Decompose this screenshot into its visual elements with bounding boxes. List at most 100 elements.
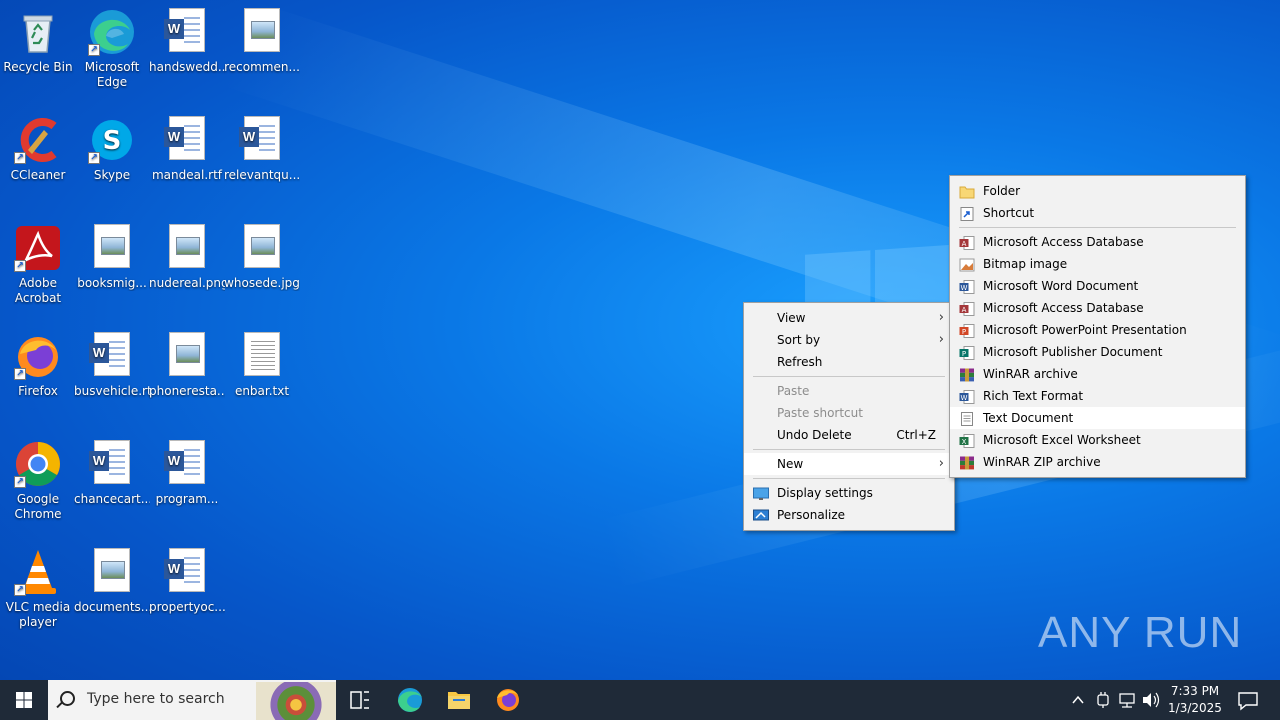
- desktop-icon-firefox[interactable]: ↗ Firefox: [0, 332, 76, 399]
- winrar-zip-icon: [959, 455, 975, 470]
- desktop-icon-file[interactable]: whosede.jpg: [224, 224, 300, 291]
- desktop-icon-recycle-bin[interactable]: Recycle Bin: [0, 8, 76, 75]
- skype-icon: S ↗: [88, 116, 136, 164]
- menu-item-label: Text Document: [983, 411, 1074, 425]
- image-file-icon: [163, 224, 211, 272]
- tray-volume-button[interactable]: [1140, 680, 1162, 720]
- svg-text:P: P: [962, 350, 966, 358]
- desktop-icon-adobe-acrobat[interactable]: ↗ Adobe Acrobat: [0, 224, 76, 306]
- desktop-icon-file[interactable]: booksmig...: [74, 224, 150, 291]
- tray-usb-button[interactable]: [1092, 680, 1114, 720]
- menu-item-undo-delete[interactable]: Undo Delete Ctrl+Z: [744, 424, 954, 446]
- menu-item-personalize[interactable]: Personalize: [744, 504, 954, 526]
- taskbar-search-box[interactable]: Type here to search: [48, 680, 336, 720]
- submenu-item-publisher[interactable]: P Microsoft Publisher Document: [950, 341, 1245, 363]
- shortcut-arrow-icon: ↗: [14, 152, 26, 164]
- chevron-right-icon: ›: [938, 310, 944, 325]
- desktop-icon-label: propertyoc...: [149, 600, 225, 614]
- taskbar-file-explorer-button[interactable]: [435, 680, 483, 720]
- start-button[interactable]: [0, 680, 48, 720]
- submenu-item-folder[interactable]: Folder: [950, 180, 1245, 202]
- powerpoint-icon: P: [959, 323, 975, 338]
- bitmap-icon: [959, 257, 975, 272]
- taskbar: Type here to search 7:33 PM 1/3/2025: [0, 680, 1280, 720]
- desktop-icon-file[interactable]: W busvehicle.rtf: [74, 332, 150, 399]
- shortcut-arrow-icon: ↗: [14, 476, 26, 488]
- menu-item-sort-by[interactable]: Sort by ›: [744, 329, 954, 351]
- desktop-context-menu: View › Sort by › Refresh Paste Paste sho…: [743, 302, 955, 531]
- action-center-button[interactable]: [1232, 680, 1264, 720]
- menu-item-view[interactable]: View ›: [744, 307, 954, 329]
- chevron-right-icon: ›: [938, 332, 944, 347]
- desktop-icon-file[interactable]: W propertyoc...: [149, 548, 225, 615]
- submenu-item-access-db[interactable]: A Microsoft Access Database: [950, 297, 1245, 319]
- menu-item-label: Shortcut: [983, 206, 1035, 220]
- tray-network-button[interactable]: [1116, 680, 1138, 720]
- desktop-icon-label: Recycle Bin: [3, 60, 73, 74]
- submenu-item-winrar-zip[interactable]: WinRAR ZIP archive: [950, 451, 1245, 473]
- menu-item-label: Microsoft PowerPoint Presentation: [983, 323, 1187, 337]
- word-doc-icon: W: [163, 8, 211, 56]
- menu-item-refresh[interactable]: Refresh: [744, 351, 954, 373]
- menu-item-label: View: [777, 311, 806, 325]
- svg-text:A: A: [962, 306, 967, 314]
- menu-item-label: Microsoft Excel Worksheet: [983, 433, 1141, 447]
- desktop-icon-file[interactable]: nudereal.png: [149, 224, 225, 291]
- menu-item-label: Microsoft Access Database: [983, 235, 1144, 249]
- menu-item-label: Refresh: [777, 355, 823, 369]
- submenu-item-text-document[interactable]: Text Document: [950, 407, 1245, 429]
- desktop-icon-file[interactable]: W chancecart...: [74, 440, 150, 507]
- shortcut-arrow-icon: ↗: [88, 152, 100, 164]
- desktop-icon-google-chrome[interactable]: ↗ Google Chrome: [0, 440, 76, 522]
- desktop-icon-label: VLC media player: [5, 600, 71, 629]
- task-view-button[interactable]: [336, 680, 384, 720]
- submenu-item-bitmap[interactable]: Bitmap image: [950, 253, 1245, 275]
- text-file-icon: [238, 332, 286, 380]
- taskbar-clock[interactable]: 7:33 PM 1/3/2025: [1162, 683, 1228, 717]
- desktop-icon-skype[interactable]: S ↗ Skype: [74, 116, 150, 183]
- desktop-icon-label: Adobe Acrobat: [14, 276, 62, 305]
- desktop-icon-file[interactable]: recommen...: [224, 8, 300, 75]
- search-icon: [60, 691, 75, 706]
- firefox-icon: [497, 689, 519, 711]
- text-doc-icon: [959, 411, 975, 426]
- desktop-icon-file[interactable]: W program...: [149, 440, 225, 507]
- shortcut-arrow-icon: ↗: [88, 44, 100, 56]
- desktop-icon-ccleaner[interactable]: ↗ CCleaner: [0, 116, 76, 183]
- shortcut-arrow-icon: ↗: [14, 260, 26, 272]
- submenu-item-word-doc[interactable]: W Microsoft Word Document: [950, 275, 1245, 297]
- desktop-icon-label: Microsoft Edge: [84, 60, 140, 89]
- desktop-icon-label: documents...: [74, 600, 150, 614]
- submenu-item-rtf[interactable]: W Rich Text Format: [950, 385, 1245, 407]
- excel-icon: X: [959, 433, 975, 448]
- desktop-icon-file[interactable]: W mandeal.rtf: [149, 116, 225, 183]
- shortcut-arrow-icon: ↗: [14, 368, 26, 380]
- volume-icon: [1143, 692, 1160, 708]
- desktop-icon-label: booksmig...: [77, 276, 147, 290]
- submenu-item-shortcut[interactable]: Shortcut: [950, 202, 1245, 224]
- desktop-icon-file[interactable]: documents...: [74, 548, 150, 615]
- image-file-icon: [238, 224, 286, 272]
- menu-item-new[interactable]: New ›: [744, 453, 954, 475]
- desktop-icon-file[interactable]: enbar.txt: [224, 332, 300, 399]
- clock-date: 1/3/2025: [1168, 701, 1222, 715]
- menu-item-label: Microsoft Access Database: [983, 301, 1144, 315]
- submenu-item-access-db[interactable]: A Microsoft Access Database: [950, 231, 1245, 253]
- taskbar-edge-button[interactable]: [386, 680, 434, 720]
- desktop-icon-file[interactable]: phoneresta...: [149, 332, 225, 399]
- desktop-icon-edge[interactable]: ↗ Microsoft Edge: [74, 8, 150, 90]
- desktop-icon-file[interactable]: W relevantqu...: [224, 116, 300, 183]
- menu-item-display-settings[interactable]: Display settings: [744, 482, 954, 504]
- desktop-icon-vlc[interactable]: ↗ VLC media player: [0, 548, 76, 630]
- taskbar-firefox-button[interactable]: [484, 680, 532, 720]
- menu-item-label: WinRAR ZIP archive: [983, 455, 1101, 469]
- clock-time: 7:33 PM: [1170, 684, 1220, 698]
- show-hidden-icons-button[interactable]: [1068, 680, 1088, 720]
- submenu-item-powerpoint[interactable]: P Microsoft PowerPoint Presentation: [950, 319, 1245, 341]
- submenu-item-excel[interactable]: X Microsoft Excel Worksheet: [950, 429, 1245, 451]
- submenu-item-winrar[interactable]: WinRAR archive: [950, 363, 1245, 385]
- desktop-icon-label: nudereal.png: [149, 276, 225, 290]
- word-doc-icon: W: [88, 332, 136, 380]
- desktop-icon-file[interactable]: W handswedd...: [149, 8, 225, 75]
- search-placeholder: Type here to search: [87, 691, 225, 707]
